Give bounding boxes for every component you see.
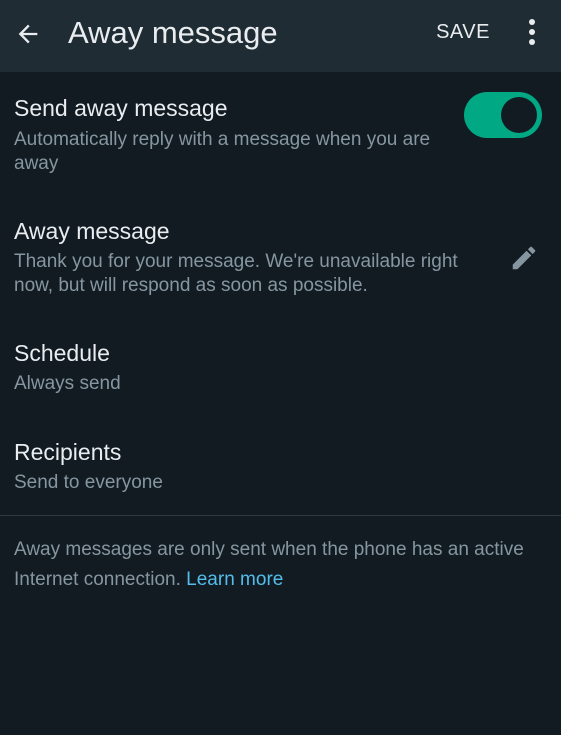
toggle-knob [501,97,537,133]
away-message-title: Away message [14,218,170,244]
more-vertical-icon [529,19,535,45]
back-button[interactable] [8,14,48,54]
away-message-screen: Away message SAVE Send away message Auto… [0,0,561,735]
arrow-left-icon [18,24,38,44]
recipients-row[interactable]: Recipients Send to everyone [0,429,561,505]
away-message-text: Thank you for your message. We're unavai… [14,251,458,296]
recipients-value: Send to everyone [14,472,163,493]
away-message-row[interactable]: Away message Thank you for your message.… [0,208,561,308]
divider [0,515,561,516]
schedule-value: Always send [14,373,121,394]
pencil-icon [512,246,536,270]
footer-note: Away messages are only sent when the pho… [14,535,534,595]
more-options-button[interactable] [516,12,548,52]
recipients-title: Recipients [14,439,122,465]
learn-more-link[interactable]: Learn more [186,569,283,590]
save-button[interactable]: SAVE [426,16,500,48]
send-away-message-subtitle: Automatically reply with a message when … [14,129,431,174]
send-away-message-title: Send away message [14,95,228,121]
schedule-row[interactable]: Schedule Always send [0,330,561,406]
page-title: Away message [68,15,278,50]
send-away-message-toggle[interactable] [464,92,542,138]
schedule-title: Schedule [14,340,110,366]
top-app-bar: Away message SAVE [0,0,561,72]
edit-away-message-button[interactable] [506,240,542,276]
